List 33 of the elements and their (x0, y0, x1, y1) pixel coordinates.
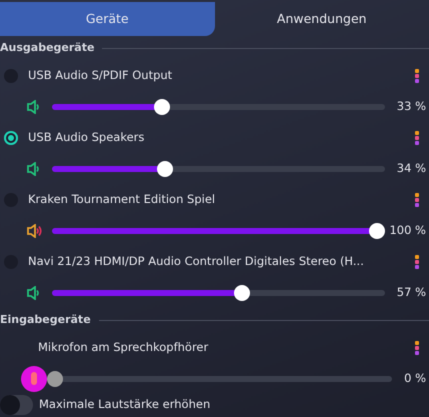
slider-thumb[interactable] (234, 284, 250, 300)
toggle-label: Maximale Lautstärke erhöhen (39, 396, 210, 414)
volume-reading: 100 % (389, 222, 426, 239)
menu-icon[interactable] (415, 130, 419, 144)
volume-reading: 57 % (396, 284, 426, 301)
microphone-icon[interactable] (21, 366, 47, 392)
speaker-icon[interactable] (27, 224, 42, 238)
toggle-switch[interactable] (0, 395, 33, 415)
menu-icon[interactable] (415, 340, 419, 354)
device-name: Mikrofon am Sprechkopfhörer (38, 338, 210, 356)
radio-button[interactable] (4, 68, 18, 82)
device-name: USB Audio S/PDIF Output (28, 66, 174, 84)
section-title: Ausgabegeräte (0, 40, 94, 56)
menu-icon[interactable] (415, 192, 419, 206)
speaker-icon[interactable] (27, 286, 42, 300)
device-name: Navi 21/23 HDMI/DP Audio Controller Digitales Stereo (H... (28, 252, 365, 270)
section-title: Eingabegeräte (0, 312, 91, 328)
volume-reading: 34 % (396, 160, 426, 177)
radio-button[interactable] (4, 130, 18, 144)
device-name: USB Audio Speakers (28, 128, 146, 146)
menu-icon[interactable] (415, 68, 419, 82)
slider-thumb[interactable] (157, 160, 174, 176)
volume-reading: 0 % (404, 370, 426, 387)
slider-thumb[interactable] (369, 222, 386, 238)
tab[interactable]: Anwendungen (214, 2, 429, 36)
speaker-icon[interactable] (27, 162, 42, 176)
tab[interactable]: Geräte (0, 2, 214, 36)
slider-thumb[interactable] (47, 370, 63, 386)
slider-thumb[interactable] (154, 98, 170, 114)
speaker-icon[interactable] (27, 100, 42, 114)
volume-reading: 33 % (396, 98, 426, 115)
menu-icon[interactable] (415, 254, 419, 268)
device-name: Kraken Tournament Edition Spiel (28, 190, 216, 208)
